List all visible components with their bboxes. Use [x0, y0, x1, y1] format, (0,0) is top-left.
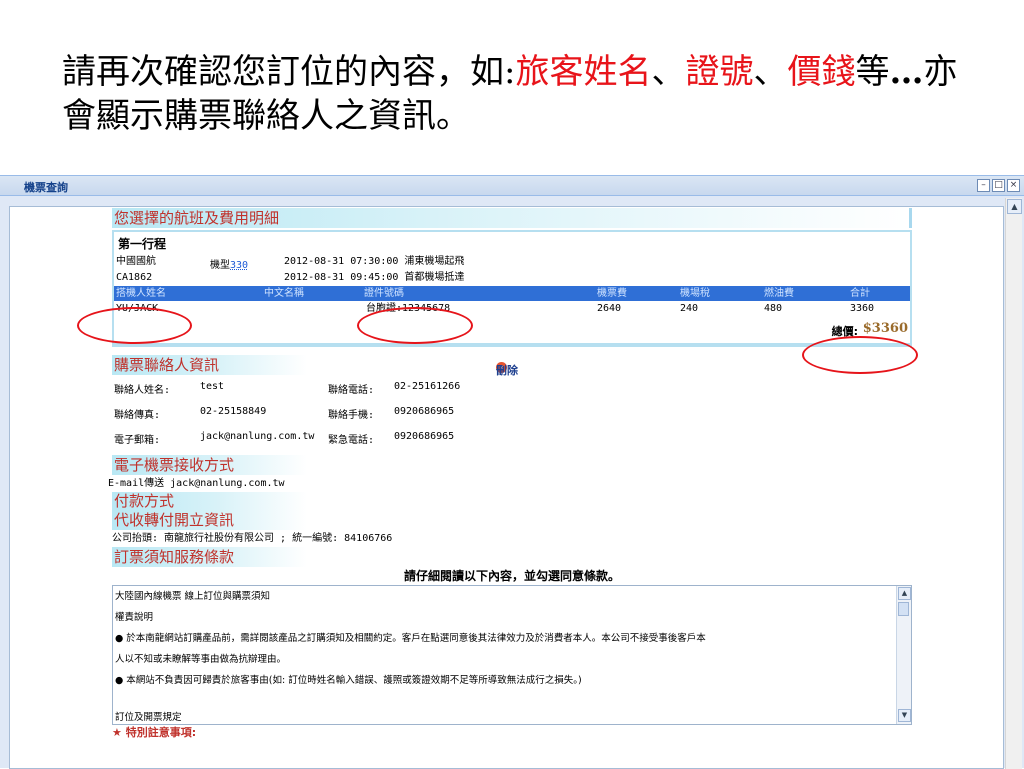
table-row: YU/JACK 台胞證:12345678 2640 240 480 3360 — [114, 301, 910, 317]
terms-line: 權責說明 — [115, 612, 154, 623]
window-titlebar: 機票查詢 – □ × — [0, 176, 1024, 196]
id-number: 台胞證:12345678 — [366, 303, 451, 314]
total-price-label: 總價: — [831, 325, 858, 338]
flight-details: 第一行程 中國國航 機型330 2012-08-31 07:30:00 浦東機場… — [112, 230, 912, 347]
terms-line: ● 本網站不負責因可歸責於旅客事由(如: 訂位時姓名輸入錯誤、護照或簽證效期不足… — [115, 675, 582, 686]
departure-info: 2012-08-31 07:30:00 浦東機場起飛 — [284, 256, 465, 267]
terms-line: 人以不知或未瞭解等事由做為抗辯理由。 — [115, 654, 287, 665]
terms-scrollbar[interactable]: ▲ ▼ — [896, 586, 911, 724]
contact-email-value: jack@nanlung.com.tw — [200, 431, 315, 442]
col-fuel-fee: 燃油費 — [764, 288, 794, 299]
title-ellipsis: … — [889, 52, 924, 92]
minimize-button[interactable]: – — [977, 179, 990, 192]
terms-line: 訂位及開票規定 — [115, 712, 182, 723]
eticket-section-title: 電子機票接收方式 — [112, 455, 372, 475]
scroll-down-icon[interactable]: ▼ — [898, 709, 911, 722]
terms-section-title: 訂票須知服務條款 — [112, 547, 372, 567]
title-highlight-price: 價錢 — [787, 52, 856, 92]
contact-name-label: 聯絡人姓名: — [114, 385, 171, 396]
total-price-value: $3360 — [862, 321, 908, 336]
contact-mobile-value: 0920686965 — [394, 406, 455, 417]
col-ticket-fee: 機票費 — [597, 288, 627, 299]
booking-panel: 您選擇的航班及費用明細 第一行程 中國國航 機型330 2012-08-31 0… — [108, 208, 912, 768]
delete-label: 刪除 — [496, 364, 518, 377]
urgent-phone-label: 緊急電話: — [328, 435, 375, 446]
ticket-fee: 2640 — [597, 303, 622, 314]
urgent-phone-value: 0920686965 — [394, 431, 455, 442]
terms-read-notice: 請仔細閱讀以下內容，並勾選同意條款。 — [403, 569, 620, 583]
contact-section-title: 購票聯絡人資訊 — [112, 355, 372, 375]
title-text-4: 等 — [855, 52, 890, 92]
scroll-up-icon[interactable]: ▲ — [898, 587, 911, 600]
terms-line: 大陸國內線機票 線上訂位與購票須知 — [115, 591, 271, 602]
eticket-method: E-mail傳送 jack@nanlung.com.tw — [108, 478, 285, 489]
flight-row-2: CA1862 2012-08-31 09:45:00 首都機場抵達 — [114, 270, 910, 286]
passenger-name: YU/JACK — [116, 303, 159, 314]
col-passenger-name: 搭機人姓名 — [116, 288, 166, 299]
contact-name-value: test — [200, 381, 225, 392]
contact-phone-value: 02-25161266 — [394, 381, 461, 392]
fuel-fee: 480 — [764, 303, 783, 314]
title-highlight-name: 旅客姓名 — [515, 52, 652, 92]
contact-mobile-label: 聯絡手機: — [328, 410, 375, 421]
special-notice: ★ 特別註意事項: — [112, 725, 912, 741]
slide-title: 請再次確認您訂位的內容，如:旅客姓名、證號、價錢等…亦會顯示購票聯絡人之資訊。 — [62, 50, 982, 138]
contact-info: ✕ 刪除 聯絡人姓名: test 聯絡電話: 02-25161266 聯絡傳真: … — [112, 362, 912, 455]
col-airport-tax: 機場稅 — [680, 288, 710, 299]
scroll-thumb[interactable] — [898, 602, 909, 616]
window-scrollbar[interactable]: ▲ — [1005, 198, 1022, 769]
special-notice-label: 特別註意事項: — [125, 726, 197, 739]
passenger-table-header: 搭機人姓名 中文名稱 證件號碼 機票費 機場稅 燃油費 合計 — [114, 286, 910, 301]
terms-textbox[interactable]: 大陸國內線機票 線上訂位與購票須知 權責說明 ● 於本南龍網站訂購產品前，需詳閱… — [112, 585, 912, 725]
maximize-button[interactable]: □ — [992, 179, 1005, 192]
col-id-number: 證件號碼 — [364, 288, 404, 299]
title-text-3: 、 — [753, 52, 788, 92]
window-title: 機票查詢 — [24, 181, 68, 194]
terms-line: ● 於本南龍網站訂購產品前，需詳閱該產品之訂購須知及相關約定。客戶在點選同意後其… — [115, 633, 706, 644]
title-text-2: 、 — [651, 52, 686, 92]
terms-line — [115, 691, 911, 707]
title-highlight-id: 證號 — [685, 52, 754, 92]
contact-fax-label: 聯絡傳真: — [114, 410, 161, 421]
arrival-info: 2012-08-31 09:45:00 首都機場抵達 — [284, 272, 465, 283]
contact-email-label: 電子郵箱: — [114, 435, 161, 446]
flight-row-1: 中國國航 機型330 2012-08-31 07:30:00 浦東機場起飛 — [114, 254, 910, 271]
payment-section-title: 付款方式 — [112, 492, 372, 510]
contact-fax-value: 02-25158849 — [200, 406, 267, 417]
total-price-row: 總價: $3360 — [114, 317, 910, 345]
contact-phone-label: 聯絡電話: — [328, 385, 375, 396]
flight-number: CA1862 — [116, 272, 153, 283]
invoice-section-title: 代收轉付開立資訊 — [112, 510, 372, 530]
flight-section-title: 您選擇的航班及費用明細 — [112, 208, 912, 228]
row-total: 3360 — [850, 303, 875, 314]
window-controls: – □ × — [977, 179, 1020, 192]
col-total: 合計 — [850, 288, 870, 299]
ticket-query-window: 機票查詢 – □ × ▲ 您選擇的航班及費用明細 第一行程 中國國航 機型330… — [0, 175, 1024, 769]
scroll-up-arrow-icon[interactable]: ▲ — [1007, 199, 1022, 214]
airport-tax: 240 — [680, 303, 699, 314]
content-area: 您選擇的航班及費用明細 第一行程 中國國航 機型330 2012-08-31 0… — [9, 206, 1004, 769]
airline-name: 中國國航 — [116, 256, 156, 267]
close-button[interactable]: × — [1007, 179, 1020, 192]
star-icon: ★ — [112, 726, 126, 739]
title-text-1: 請再次確認您訂位的內容，如: — [62, 52, 516, 92]
trip-label: 第一行程 — [118, 237, 167, 251]
col-chinese-name: 中文名稱 — [264, 288, 304, 299]
invoice-info: 公司抬頭: 南龍旅行社股份有限公司 ; 統一編號: 84106766 — [112, 533, 393, 544]
